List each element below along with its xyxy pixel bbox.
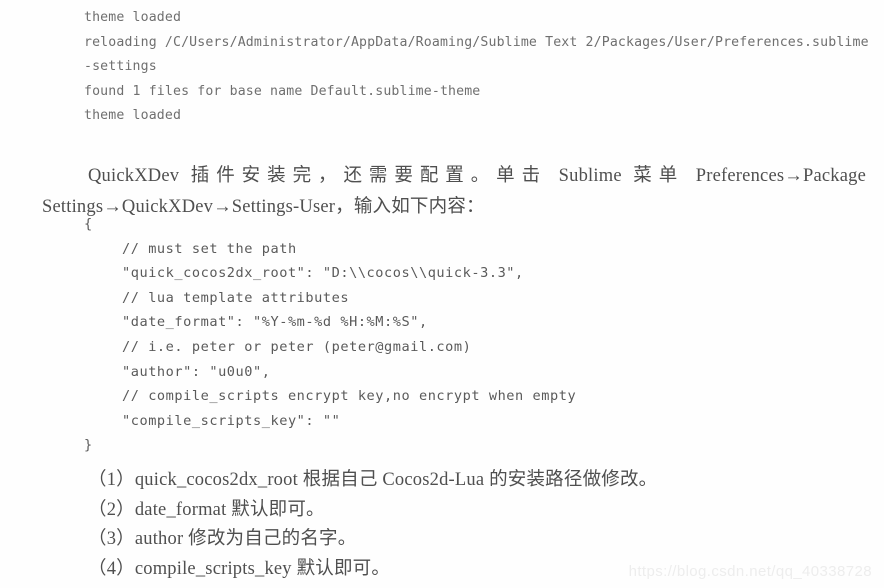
code-line-comment-encrypt-key: // compile_scripts encrypt key,no encryp… [122, 388, 577, 405]
document-page: theme loaded reloading /C/Users/Administ… [0, 0, 884, 588]
code-line-author: "author": "u0u0", [122, 363, 271, 380]
code-line-close-brace: } [84, 437, 93, 454]
code-line-comment-lua-template: // lua template attributes [122, 289, 350, 306]
code-line-compile-scripts-key: "compile_scripts_key": "" [122, 412, 341, 429]
code-line-quick-cocos2dx-root: "quick_cocos2dx_root": "D:\\cocos\\quick… [122, 265, 524, 282]
console-log-block: theme loaded reloading /C/Users/Administ… [84, 6, 874, 129]
list-item: （3）author 修改为自己的名字。 [88, 529, 357, 549]
console-log-line: theme loaded [84, 108, 182, 123]
code-line-comment-author-example: // i.e. peter or peter (peter@gmail.com) [122, 338, 472, 355]
code-line-open-brace: { [84, 216, 93, 232]
console-log-line: theme loaded [84, 10, 182, 25]
settings-code-block: { // must set the path "quick_cocos2dx_r… [84, 212, 644, 458]
code-line-date-format: "date_format": "%Y-%m-%d %H:%M:%S", [122, 314, 428, 331]
console-log-line: reloading /C/Users/Administrator/AppData… [84, 34, 869, 75]
list-item: （2）date_format 默认即可。 [88, 499, 325, 520]
list-item: （1）quick_cocos2dx_root 根据自己 Cocos2d-Lua … [88, 470, 658, 490]
watermark-blog-url: https://blog.csdn.net/qq_40338728 [628, 563, 872, 580]
console-log-line: found 1 files for base name Default.subl… [84, 83, 481, 99]
code-line-comment-path: // must set the path [122, 240, 297, 257]
